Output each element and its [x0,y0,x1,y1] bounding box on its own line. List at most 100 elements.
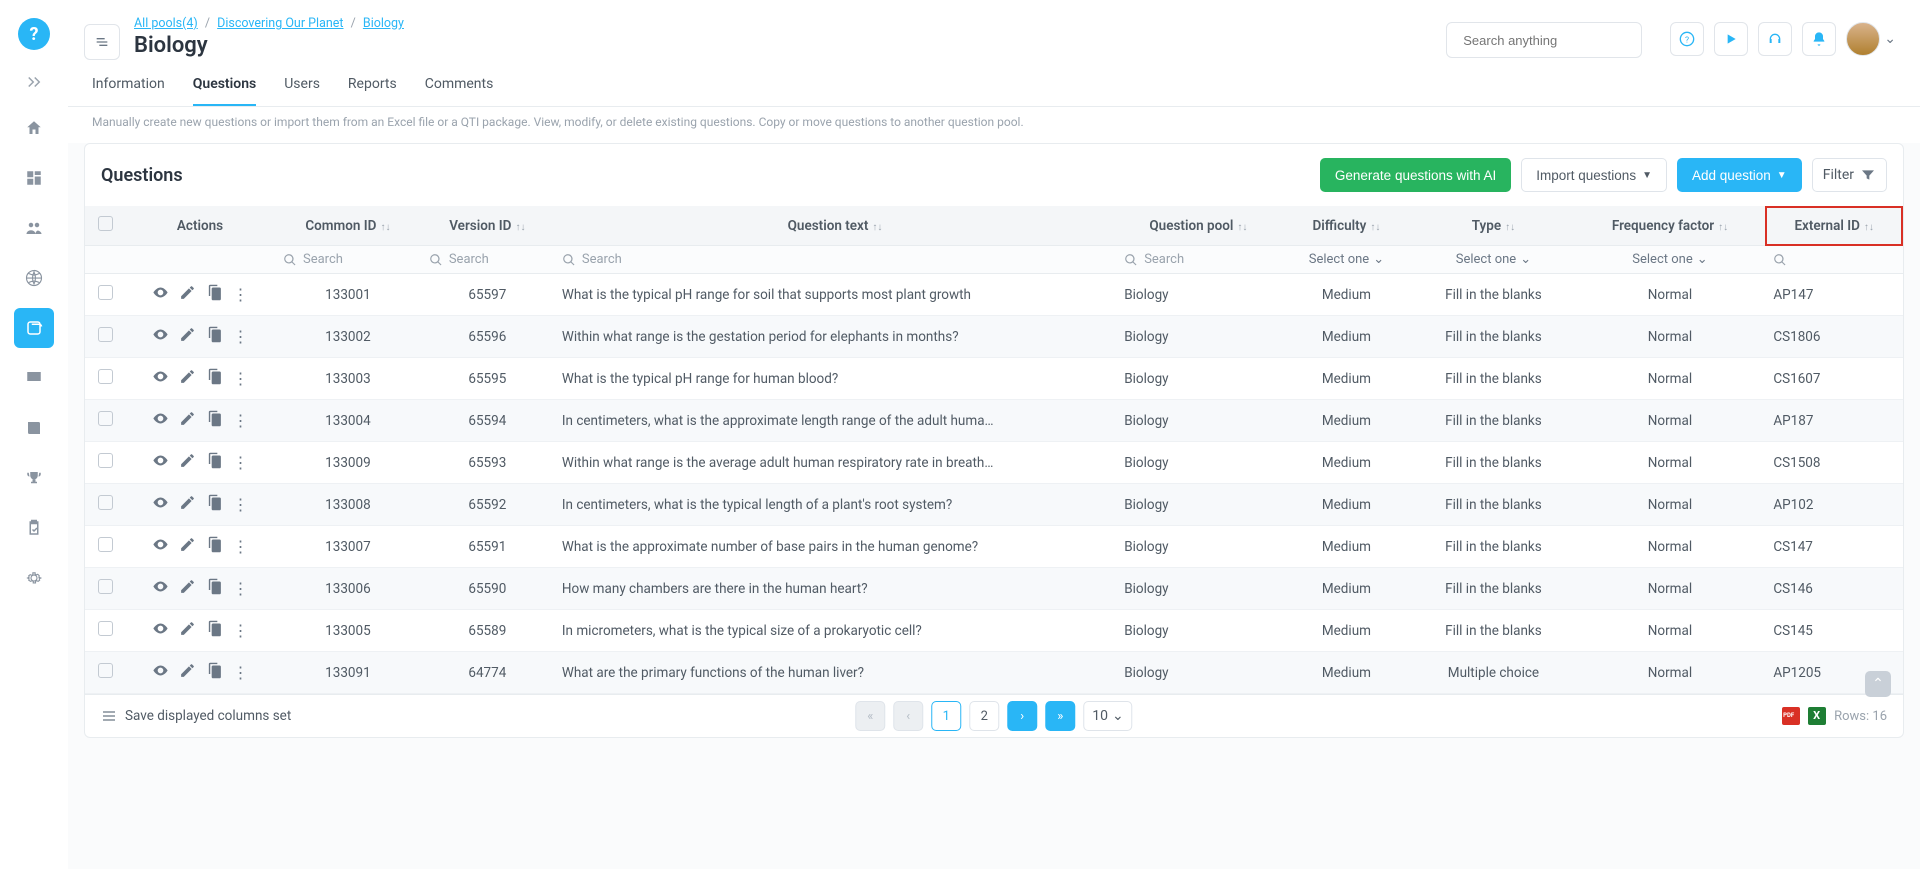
global-search[interactable] [1446,22,1642,58]
row-checkbox[interactable] [85,400,125,442]
nav-monitor[interactable] [14,358,54,398]
row-checkbox[interactable] [85,316,125,358]
view-icon[interactable] [152,536,169,557]
nav-pools[interactable] [14,308,54,348]
edit-icon[interactable] [179,410,196,431]
view-icon[interactable] [152,368,169,389]
edit-icon[interactable] [179,578,196,599]
edit-icon[interactable] [179,284,196,305]
column-external-id[interactable]: External ID↑↓ [1765,206,1903,246]
row-checkbox[interactable] [85,652,125,694]
more-actions-icon[interactable]: ⋮ [233,495,249,514]
view-icon[interactable] [152,578,169,599]
edit-icon[interactable] [179,452,196,473]
save-columns-button[interactable]: Save displayed columns set [101,708,291,724]
view-icon[interactable] [152,326,169,347]
tab-comments[interactable]: Comments [425,76,494,106]
nav-book[interactable] [14,408,54,448]
breadcrumb-link[interactable]: Biology [363,16,404,31]
row-checkbox[interactable] [85,274,125,316]
tab-users[interactable]: Users [284,76,320,106]
tab-questions[interactable]: Questions [193,76,256,106]
copy-icon[interactable] [206,620,223,641]
filter-question-pool[interactable]: Search [1116,246,1280,274]
copy-icon[interactable] [206,284,223,305]
nav-users[interactable] [14,208,54,248]
more-actions-icon[interactable]: ⋮ [233,327,249,346]
copy-icon[interactable] [206,578,223,599]
more-actions-icon[interactable]: ⋮ [233,537,249,556]
breadcrumb-link[interactable]: All pools(4) [134,16,198,31]
edit-icon[interactable] [179,494,196,515]
column-difficulty[interactable]: Difficulty↑↓ [1281,206,1413,246]
row-checkbox[interactable] [85,442,125,484]
play-button[interactable] [1714,22,1748,56]
tab-reports[interactable]: Reports [348,76,397,106]
nav-settings[interactable] [14,558,54,598]
more-actions-icon[interactable]: ⋮ [233,285,249,304]
view-icon[interactable] [152,452,169,473]
page-size-select[interactable]: 10 ⌄ [1083,701,1132,731]
nav-home[interactable] [14,108,54,148]
filter-external-id[interactable] [1765,246,1903,274]
scroll-top-button[interactable]: ⌃ [1865,671,1891,697]
tab-information[interactable]: Information [92,76,165,106]
import-questions-button[interactable]: Import questions▼ [1521,158,1667,192]
page-first-button[interactable]: « [855,701,885,731]
more-actions-icon[interactable]: ⋮ [233,579,249,598]
row-checkbox[interactable] [85,526,125,568]
breadcrumb-link[interactable]: Discovering Our Planet [217,16,343,31]
more-actions-icon[interactable]: ⋮ [233,453,249,472]
column-select-all[interactable] [85,206,125,246]
edit-icon[interactable] [179,620,196,641]
more-actions-icon[interactable]: ⋮ [233,621,249,640]
column-question-text[interactable]: Question text↑↓ [554,206,1116,246]
view-icon[interactable] [152,662,169,683]
row-checkbox[interactable] [85,358,125,400]
page-last-button[interactable]: » [1045,701,1075,731]
app-logo[interactable]: ? [18,18,50,50]
page-next-button[interactable]: › [1007,701,1037,731]
edit-icon[interactable] [179,368,196,389]
expand-sidebar-icon[interactable] [17,70,51,94]
copy-icon[interactable] [206,368,223,389]
nav-dashboard[interactable] [14,158,54,198]
generate-ai-button[interactable]: Generate questions with AI [1320,158,1511,192]
row-checkbox[interactable] [85,610,125,652]
copy-icon[interactable] [206,326,223,347]
copy-icon[interactable] [206,494,223,515]
page-prev-button[interactable]: ‹ [893,701,923,731]
page-2-button[interactable]: 2 [969,701,999,731]
column-type[interactable]: Type↑↓ [1412,206,1574,246]
more-actions-icon[interactable]: ⋮ [233,411,249,430]
filter-type[interactable]: Select one ⌄ [1412,246,1574,274]
nav-trophy[interactable] [14,458,54,498]
copy-icon[interactable] [206,662,223,683]
more-actions-icon[interactable]: ⋮ [233,369,249,388]
view-icon[interactable] [152,620,169,641]
notifications-button[interactable] [1802,22,1836,56]
column-question-pool[interactable]: Question pool↑↓ [1116,206,1280,246]
nav-clipboard[interactable] [14,508,54,548]
filter-question-text[interactable]: Search [554,246,1116,274]
filter-button[interactable]: Filter [1812,158,1887,192]
copy-icon[interactable] [206,536,223,557]
menu-toggle-button[interactable] [84,24,120,60]
add-question-button[interactable]: Add question▼ [1677,158,1802,192]
page-1-button[interactable]: 1 [931,701,961,731]
export-pdf-button[interactable] [1782,707,1800,725]
help-button[interactable]: ? [1670,22,1704,56]
export-excel-button[interactable] [1808,707,1826,725]
filter-version-id[interactable]: Search [421,246,554,274]
view-icon[interactable] [152,284,169,305]
filter-frequency[interactable]: Select one ⌄ [1575,246,1766,274]
view-icon[interactable] [152,410,169,431]
headset-button[interactable] [1758,22,1792,56]
more-actions-icon[interactable]: ⋮ [233,663,249,682]
edit-icon[interactable] [179,326,196,347]
copy-icon[interactable] [206,410,223,431]
row-checkbox[interactable] [85,568,125,610]
nav-globe[interactable] [14,258,54,298]
column-common-id[interactable]: Common ID↑↓ [275,206,421,246]
edit-icon[interactable] [179,662,196,683]
